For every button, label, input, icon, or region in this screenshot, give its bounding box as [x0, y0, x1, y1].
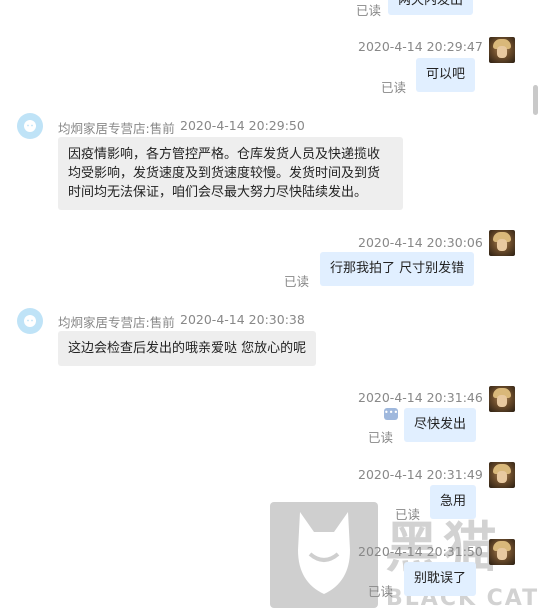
- user-avatar-icon[interactable]: [489, 386, 515, 412]
- message-line: 因疫情影响，各方管控严格。仓库发货人员及快递揽收: [68, 147, 381, 162]
- outgoing-message-bubble: 尽快发出: [404, 408, 477, 442]
- message-timestamp: 2020-4-14 20:29:47: [358, 39, 483, 54]
- message-line: 这边会检查后发出的哦亲爱哒 您放心的呢: [68, 341, 307, 356]
- user-avatar-icon[interactable]: [489, 462, 515, 488]
- message-timestamp: 2020-4-14 20:29:50: [180, 118, 305, 133]
- message-timestamp: 2020-4-14 20:31:46: [358, 390, 483, 405]
- read-receipt: 已读: [368, 430, 394, 445]
- message-line: 均受影响，发货速度及到货速度较慢。发货时间及到货: [68, 166, 381, 181]
- message-timestamp: 2020-4-14 20:31:49: [358, 467, 483, 482]
- sender-name: 均炯家居专营店:售前: [58, 121, 175, 136]
- message-line: 时间均无法保证，咱们会尽最大努力尽快陆续发出。: [68, 185, 368, 200]
- scrollbar-thumb[interactable]: [533, 85, 538, 115]
- message-timestamp: 2020-4-14 20:30:38: [180, 312, 305, 327]
- chat-bubble-icon: [24, 315, 36, 327]
- sender-name: 均炯家居专营店:售前: [58, 315, 175, 330]
- user-avatar-icon[interactable]: [489, 539, 515, 565]
- shop-avatar-icon[interactable]: [17, 308, 43, 334]
- message-timestamp: 2020-4-14 20:30:06: [358, 235, 483, 250]
- chat-bubble-icon: [24, 120, 36, 132]
- read-receipt: 已读: [284, 274, 310, 289]
- incoming-message-bubble: 因疫情影响，各方管控严格。仓库发货人员及快递揽收 均受影响，发货速度及到货速度较…: [58, 137, 403, 210]
- user-avatar-icon[interactable]: [489, 230, 515, 256]
- outgoing-message-bubble: 别耽误了: [404, 562, 477, 596]
- outgoing-message-bubble: 行那我拍了 尺寸别发错: [320, 252, 475, 286]
- message-timestamp: 2020-4-14 20:31:50: [358, 544, 483, 559]
- typing-indicator-icon: •••: [384, 408, 398, 420]
- incoming-message-bubble: 这边会检查后发出的哦亲爱哒 您放心的呢: [58, 331, 317, 366]
- user-avatar-icon[interactable]: [489, 37, 515, 63]
- outgoing-message-bubble: 两天内发出: [388, 0, 474, 15]
- read-receipt: 已读: [356, 3, 382, 18]
- shop-avatar-icon[interactable]: [17, 113, 43, 139]
- chat-message-list[interactable]: 已读 两天内发出 2020-4-14 20:29:47 已读 可以吧 均炯家居专…: [0, 0, 541, 616]
- read-receipt: 已读: [381, 80, 407, 95]
- outgoing-message-bubble: 可以吧: [416, 58, 476, 92]
- read-receipt: 已读: [368, 584, 394, 599]
